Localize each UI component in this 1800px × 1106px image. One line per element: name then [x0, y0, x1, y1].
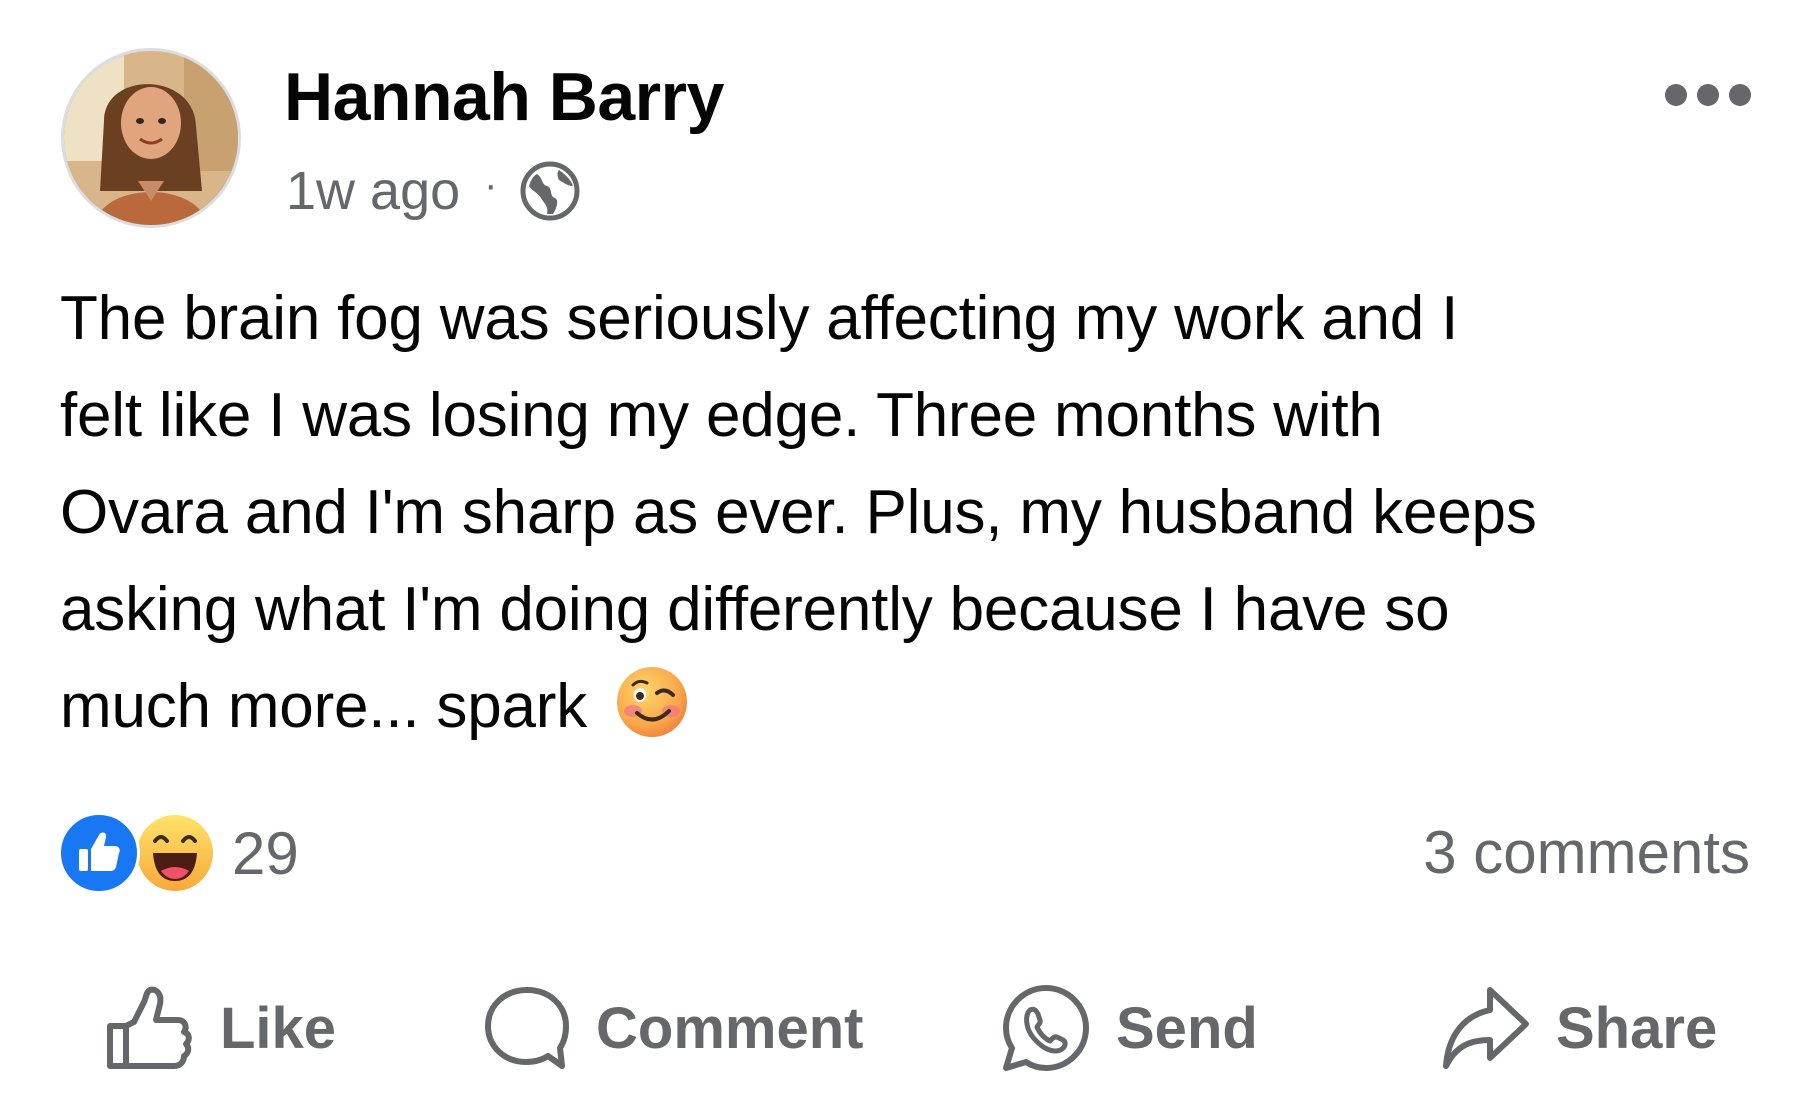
like-reaction-icon: [58, 812, 140, 894]
post-text-line: The brain fog was seriously affecting my…: [60, 284, 1459, 353]
avatar-photo: [64, 51, 238, 225]
post-text-line: felt like I was losing my edge. Three mo…: [60, 381, 1383, 450]
send-button[interactable]: Send: [1000, 978, 1258, 1078]
post-text-line: Ovara and I'm sharp as ever. Plus, my hu…: [60, 478, 1537, 547]
post-text-line: much more... spark: [60, 672, 588, 741]
post-timestamp[interactable]: 1w ago: [286, 160, 460, 222]
post-card: Hannah Barry 1w ago · The brain fog was …: [0, 0, 1800, 1106]
post-meta: 1w ago ·: [286, 160, 581, 222]
comments-count[interactable]: 3 comments: [1423, 818, 1750, 887]
reaction-count: 29: [232, 819, 299, 887]
more-options-icon[interactable]: [1665, 80, 1751, 110]
haha-reaction-icon: [134, 812, 216, 894]
thumbs-up-icon: [104, 982, 196, 1074]
author-name[interactable]: Hannah Barry: [284, 58, 724, 136]
share-button-label: Share: [1556, 995, 1718, 1061]
send-button-label: Send: [1116, 995, 1258, 1061]
post-text: The brain fog was seriously affecting my…: [60, 270, 1760, 755]
share-arrow-icon: [1440, 982, 1532, 1074]
comment-bubble-icon: [482, 982, 572, 1074]
avatar[interactable]: [61, 48, 241, 228]
meta-separator: ·: [484, 162, 498, 207]
like-button-label: Like: [220, 995, 337, 1061]
post-text-line-last: much more... spark: [60, 658, 1760, 755]
whatsapp-icon: [1000, 982, 1092, 1074]
post-text-line: asking what I'm doing differently becaus…: [60, 575, 1450, 644]
winking-face-emoji: [615, 665, 689, 739]
share-button[interactable]: Share: [1440, 978, 1717, 1078]
comment-button[interactable]: Comment: [482, 978, 863, 1078]
like-button[interactable]: Like: [104, 978, 336, 1078]
comment-button-label: Comment: [596, 995, 864, 1061]
reaction-summary[interactable]: 29: [58, 812, 299, 894]
globe-icon[interactable]: [519, 160, 581, 222]
